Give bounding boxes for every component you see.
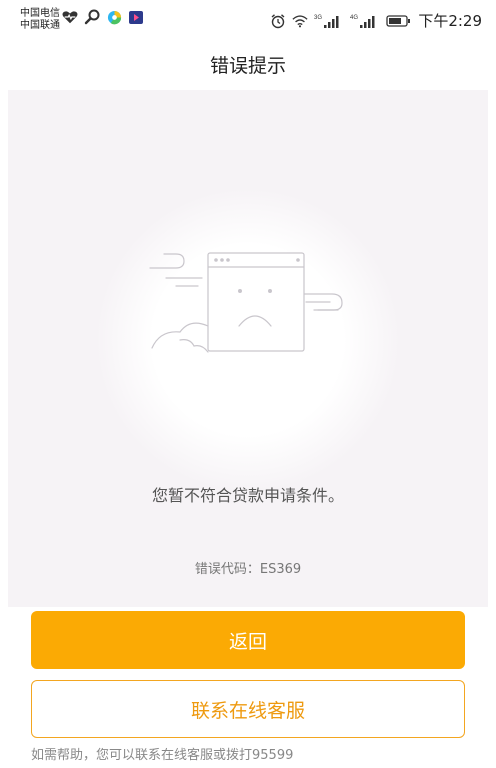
battery-icon — [386, 13, 412, 29]
heart-rate-icon — [62, 9, 78, 25]
contact-online-service-button[interactable]: 联系在线客服 — [31, 680, 465, 738]
network-3g-label: 3G — [314, 15, 322, 21]
error-panel: 您暂不符合贷款申请条件。 错误代码：ES369 — [8, 90, 488, 607]
notification-icons — [62, 9, 144, 25]
back-button[interactable]: 返回 — [31, 611, 465, 669]
carrier-1: 中国电信 — [20, 8, 60, 19]
alarm-icon — [270, 13, 286, 29]
network-4g-label: 4G — [350, 15, 358, 21]
clock-time: 下午2:29 — [418, 12, 482, 30]
carrier-2: 中国联通 — [20, 20, 60, 31]
carrier-labels: 中国电信 中国联通 — [20, 8, 60, 32]
error-code: 错误代码：ES369 — [194, 562, 302, 577]
video-icon — [128, 9, 144, 25]
sad-browser-illustration — [146, 248, 356, 368]
browser-icon — [106, 9, 122, 25]
system-status: 3G 4G 下午2:29 — [270, 10, 482, 31]
page-header: 错误提示 — [0, 40, 496, 88]
wifi-icon — [292, 13, 308, 29]
signal-icon: 3G — [314, 13, 344, 29]
page-title: 错误提示 — [209, 54, 286, 77]
help-text: 如需帮助，您可以联系在线客服或拨打95599 — [31, 748, 294, 763]
signal-icon: 4G — [350, 13, 380, 29]
search-icon — [84, 9, 100, 25]
status-bar: 中国电信 中国联通 3G 4G 下午2:29 — [0, 0, 496, 40]
error-message: 您暂不符合贷款申请条件。 — [151, 486, 344, 505]
